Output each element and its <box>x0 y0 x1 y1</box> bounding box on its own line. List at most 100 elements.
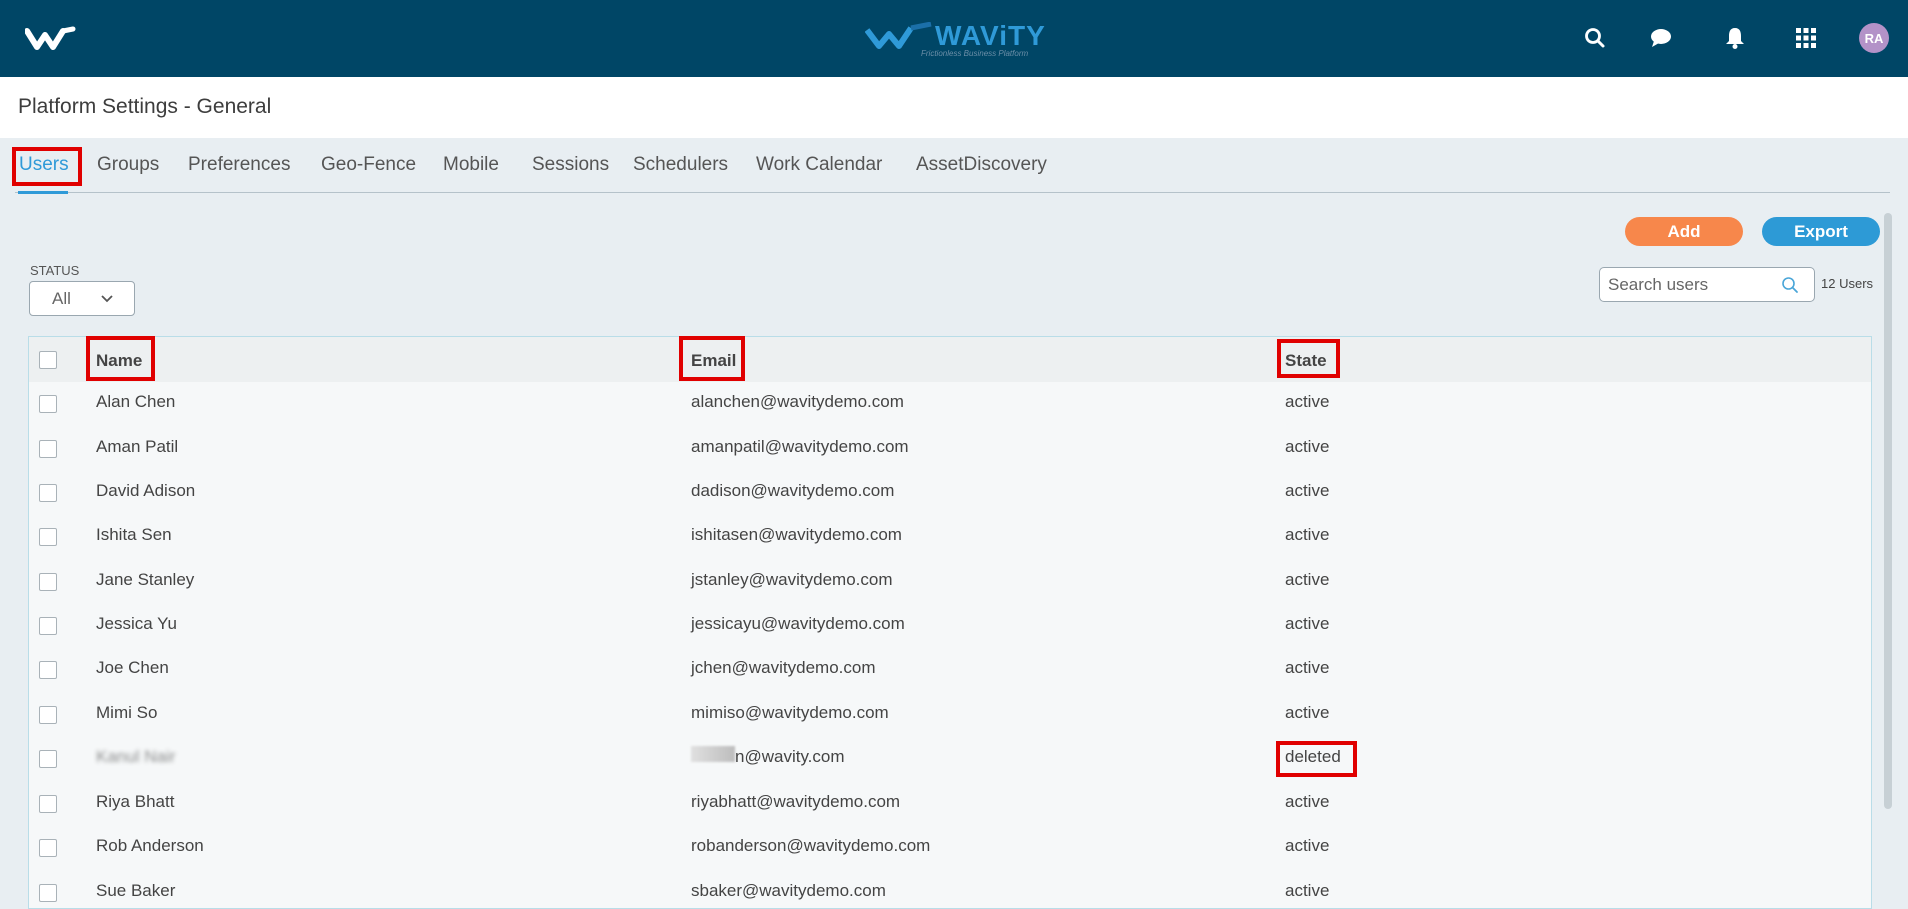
user-state: active <box>1285 658 1330 677</box>
user-email: mimiso@wavitydemo.com <box>691 703 889 722</box>
user-email: alanchen@wavitydemo.com <box>691 392 904 411</box>
tab-geo-fence[interactable]: Geo-Fence <box>321 154 416 176</box>
tab-groups[interactable]: Groups <box>97 154 159 176</box>
user-state: active <box>1285 570 1330 589</box>
page-scrollbar[interactable] <box>1884 213 1892 809</box>
status-filter-select[interactable]: All <box>29 281 135 316</box>
row-checkbox[interactable] <box>39 795 57 813</box>
user-email: robanderson@wavitydemo.com <box>691 836 931 855</box>
tab-work-calendar[interactable]: Work Calendar <box>756 154 882 176</box>
page-title: Platform Settings - General <box>18 95 272 118</box>
brand-mark-icon <box>865 22 932 49</box>
search-input-icon[interactable] <box>1780 275 1800 295</box>
user-email: riyabhatt@wavitydemo.com <box>691 792 901 811</box>
table-row[interactable]: Alan Chen alanchen@wavitydemo.com active <box>29 382 1871 426</box>
user-email: sbaker@wavitydemo.com <box>691 881 886 900</box>
column-header-state[interactable]: State <box>1285 351 1327 371</box>
user-state: active <box>1285 792 1330 811</box>
user-state: deleted <box>1285 747 1341 766</box>
user-email: jstanley@wavitydemo.com <box>691 570 893 589</box>
brand-tagline: Frictionless Business Platform <box>921 49 1029 58</box>
row-checkbox[interactable] <box>39 528 57 546</box>
table-header: Name Email State <box>29 337 1871 382</box>
table-row[interactable]: Aman Patil amanpatil@wavitydemo.com acti… <box>29 426 1871 470</box>
user-state: active <box>1285 881 1330 900</box>
column-header-name[interactable]: Name <box>96 351 142 371</box>
row-checkbox[interactable] <box>39 750 57 768</box>
user-email: jessicayu@wavitydemo.com <box>691 614 905 633</box>
tab-asset-discovery[interactable]: AssetDiscovery <box>916 154 1047 176</box>
column-header-email[interactable]: Email <box>691 351 736 371</box>
user-name: Rob Anderson <box>96 836 204 855</box>
users-table: Name Email State Alan Chen alanchen@wavi… <box>28 336 1872 909</box>
user-email: jchen@wavitydemo.com <box>691 658 876 677</box>
user-state: active <box>1285 525 1330 544</box>
user-email: n@wavity.com <box>735 747 845 766</box>
row-checkbox[interactable] <box>39 617 57 635</box>
user-name: Jessica Yu <box>96 614 177 633</box>
table-row[interactable]: Riya Bhatt riyabhatt@wavitydemo.com acti… <box>29 778 1871 822</box>
user-name: Aman Patil <box>96 437 179 456</box>
user-avatar[interactable]: RA <box>1859 23 1889 53</box>
user-name: Jane Stanley <box>96 570 195 589</box>
table-row[interactable]: Mimi So mimiso@wavitydemo.com active <box>29 690 1871 734</box>
user-email: dadison@wavitydemo.com <box>691 481 895 500</box>
search-users-input[interactable] <box>1606 273 1780 297</box>
table-row[interactable]: Rob Anderson robanderson@wavitydemo.com … <box>29 822 1871 866</box>
app-logo-icon[interactable] <box>25 25 77 53</box>
tab-preferences[interactable]: Preferences <box>188 154 290 176</box>
table-row[interactable]: Ishita Sen ishitasen@wavitydemo.com acti… <box>29 514 1871 558</box>
user-state: active <box>1285 437 1330 456</box>
user-email: amanpatil@wavitydemo.com <box>691 437 909 456</box>
chevron-down-icon <box>101 295 113 303</box>
user-name: Joe Chen <box>96 658 169 677</box>
bell-icon[interactable] <box>1721 24 1749 52</box>
status-filter-value: All <box>52 289 71 308</box>
user-name-redacted: Kanul Nair <box>96 747 175 767</box>
user-email: ishitasen@wavitydemo.com <box>691 525 902 544</box>
user-state: active <box>1285 392 1330 411</box>
title-bar: Platform Settings - General <box>0 77 1908 138</box>
tab-schedulers[interactable]: Schedulers <box>633 154 728 176</box>
user-name: Mimi So <box>96 703 158 722</box>
row-checkbox[interactable] <box>39 573 57 591</box>
user-count: 12 Users <box>1821 276 1874 291</box>
apps-grid-icon[interactable] <box>1792 24 1820 52</box>
settings-tabs: Users Groups Preferences Geo-Fence Mobil… <box>0 138 1908 194</box>
user-name: Sue Baker <box>96 881 176 900</box>
select-all-checkbox[interactable] <box>39 351 57 369</box>
row-checkbox[interactable] <box>39 706 57 724</box>
search-users-field[interactable] <box>1599 267 1815 302</box>
tab-mobile[interactable]: Mobile <box>443 154 499 176</box>
table-row[interactable]: Sue Baker sbaker@wavitydemo.com active <box>29 866 1871 908</box>
table-row[interactable]: Kanul Nair n@wavity.com deleted <box>29 734 1871 778</box>
table-row[interactable]: David Adison dadison@wavitydemo.com acti… <box>29 470 1871 514</box>
export-button[interactable]: Export <box>1762 217 1880 246</box>
top-bar: WAViTY Frictionless Business Platform RA <box>0 0 1908 77</box>
row-checkbox[interactable] <box>39 661 57 679</box>
user-name: David Adison <box>96 481 196 500</box>
user-name: Ishita Sen <box>96 525 172 544</box>
user-state: active <box>1285 703 1330 722</box>
active-tab-indicator <box>18 191 68 194</box>
chat-icon[interactable] <box>1647 24 1675 52</box>
user-name: Alan Chen <box>96 392 176 411</box>
row-checkbox[interactable] <box>39 884 57 902</box>
table-row[interactable]: Joe Chen jchen@wavitydemo.com active <box>29 646 1871 690</box>
tab-sessions[interactable]: Sessions <box>532 154 609 176</box>
row-checkbox[interactable] <box>39 484 57 502</box>
brand-logo: WAViTY Frictionless Business Platform <box>865 20 1045 60</box>
search-icon[interactable] <box>1581 24 1609 52</box>
redacted-email-prefix <box>691 746 735 762</box>
row-checkbox[interactable] <box>39 440 57 458</box>
add-button[interactable]: Add <box>1625 217 1743 246</box>
redacted-name: Kanul Nair <box>96 747 176 766</box>
tabs-divider <box>15 192 1890 193</box>
user-name: Riya Bhatt <box>96 792 175 811</box>
row-checkbox[interactable] <box>39 839 57 857</box>
brand-name: WAViTY <box>935 20 1046 51</box>
table-row[interactable]: Jessica Yu jessicayu@wavitydemo.com acti… <box>29 602 1871 646</box>
table-row[interactable]: Jane Stanley jstanley@wavitydemo.com act… <box>29 558 1871 602</box>
row-checkbox[interactable] <box>39 395 57 413</box>
tab-users[interactable]: Users <box>19 154 69 176</box>
